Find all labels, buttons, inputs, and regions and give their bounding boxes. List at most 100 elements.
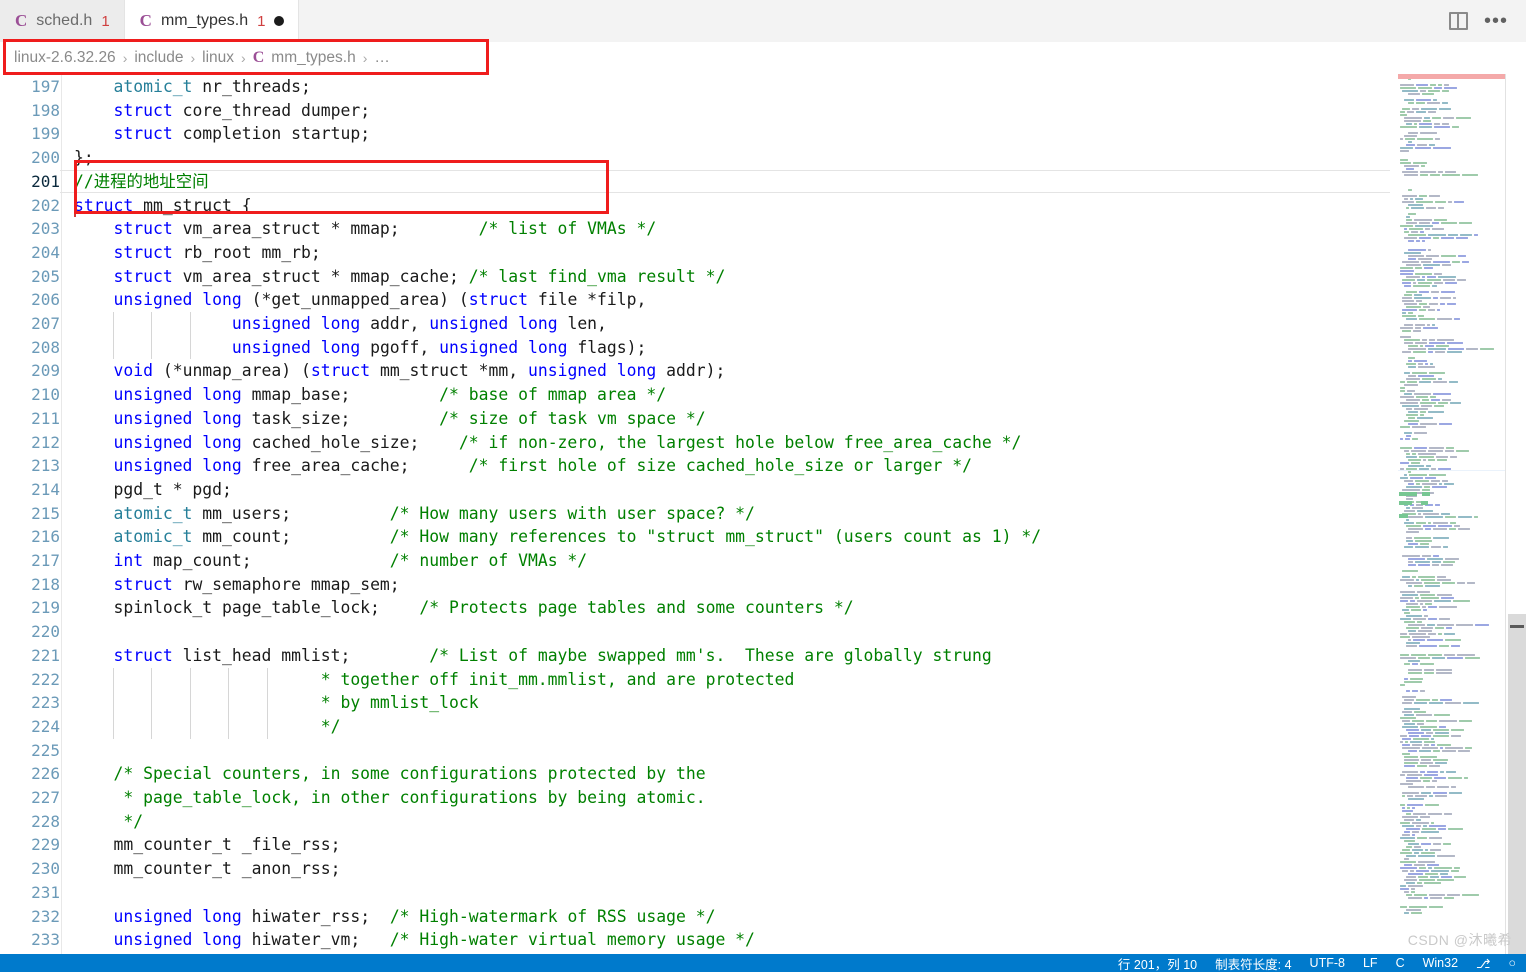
code-line[interactable]: 227 * page_table_lock, in other configur… [0, 786, 1390, 810]
breadcrumb-item-root[interactable]: linux-2.6.32.26 [14, 49, 116, 67]
more-actions-icon[interactable]: ••• [1484, 11, 1508, 31]
code-line[interactable]: 215 atomic_t mm_users; /* How many users… [0, 502, 1390, 526]
indent-guide [189, 714, 191, 739]
code-line[interactable]: 211 unsigned long task_size; /* size of … [0, 407, 1390, 431]
line-number: 205 [31, 266, 60, 286]
text-cursor [74, 193, 76, 218]
breadcrumb-item-file[interactable]: C mm_types.h [253, 49, 356, 67]
code-line[interactable]: 226 /* Special counters, in some configu… [0, 762, 1390, 786]
vertical-scrollbar-thumb[interactable] [1508, 614, 1526, 954]
vscode-window: C sched.h 1 C mm_types.h 1 ••• linux-2.6… [0, 0, 1526, 972]
line-number: 226 [31, 764, 60, 784]
code-line[interactable]: 205 struct vm_area_struct * mmap_cache; … [0, 265, 1390, 289]
status-encoding[interactable]: UTF-8 [1310, 956, 1345, 970]
code-line[interactable]: 207 unsigned long addr, unsigned long le… [0, 312, 1390, 336]
indent-guide [267, 667, 268, 692]
code-line[interactable]: 233 unsigned long hiwater_vm; /* High-wa… [0, 928, 1390, 952]
minimap-marker-added [1399, 492, 1417, 496]
line-number: 213 [31, 456, 60, 476]
minimap-viewport-slider[interactable] [1398, 470, 1506, 471]
line-number: 227 [31, 788, 60, 807]
code-line[interactable]: 209 void (*unmap_area) (struct mm_struct… [0, 359, 1390, 383]
minimap-marker-modified [1398, 74, 1506, 79]
breadcrumb-file-label: mm_types.h [271, 49, 356, 66]
code-text: unsigned long hiwater_rss; /* High-water… [113, 906, 716, 926]
code-line[interactable]: 203 struct vm_area_struct * mmap; /* lis… [0, 217, 1390, 241]
code-lines-container[interactable]: 197 atomic_t nr_threads; 198 struct core_… [0, 74, 1390, 954]
line-number: 225 [31, 740, 60, 760]
breadcrumb-separator-icon: › [122, 50, 128, 66]
line-number: 211 [31, 408, 60, 428]
status-platform[interactable]: Win32 [1423, 956, 1458, 970]
breadcrumb-item-linux[interactable]: linux [202, 49, 234, 67]
code-editor[interactable]: 197 atomic_t nr_threads; 198 struct core_… [0, 74, 1526, 954]
code-line[interactable]: 202 struct mm_struct { [0, 194, 1390, 218]
tab-label: sched.h [36, 12, 93, 29]
split-editor-icon[interactable] [1448, 12, 1468, 30]
code-line[interactable]: 232 unsigned long hiwater_rss; /* High-w… [0, 905, 1390, 929]
code-line[interactable]: 225 [0, 739, 1390, 763]
remote-indicator-icon[interactable]: ⎇ [1476, 956, 1490, 971]
minimap[interactable] [1398, 74, 1506, 954]
line-number: 206 [31, 290, 60, 310]
code-line[interactable]: 204 struct rb_root mm_rb; [0, 241, 1390, 265]
code-line[interactable]: 228 */ [0, 810, 1390, 834]
code-text: int map_count; /* number of VMAs */ [113, 551, 588, 570]
breadcrumb-item-symbol-ellipsis[interactable]: … [374, 49, 390, 67]
status-eol[interactable]: LF [1363, 956, 1378, 970]
editor-tab-sched-h[interactable]: C sched.h 1 [0, 0, 125, 42]
code-line[interactable]: 201 //进程的地址空间 [0, 170, 1390, 194]
code-line[interactable]: 210 unsigned long mmap_base; /* base of … [0, 383, 1390, 407]
code-text: atomic_t nr_threads; [113, 77, 311, 96]
code-text: unsigned long hiwater_vm; /* High-water … [113, 930, 755, 950]
code-line[interactable]: 200}; [0, 146, 1390, 170]
code-line[interactable]: 214 pgd_t * pgd; [0, 478, 1390, 502]
code-text: struct completion startup; [113, 124, 371, 144]
code-line[interactable]: 213 unsigned long free_area_cache; /* fi… [0, 454, 1390, 478]
status-indent-size[interactable]: 制表符长度: 4 [1215, 954, 1291, 973]
code-line[interactable]: 220 [0, 620, 1390, 644]
indent-guide [228, 667, 230, 692]
indent-guide [151, 714, 153, 739]
c-file-icon: C [15, 11, 28, 30]
code-line[interactable]: 230 mm_counter_t _anon_rss; [0, 857, 1390, 881]
code-line[interactable]: 221 struct list_head mmlist; /* List of … [0, 644, 1390, 668]
line-number: 204 [31, 242, 60, 262]
code-line[interactable]: 197 atomic_t nr_threads; [0, 75, 1390, 99]
code-text: * together off init_mm.mmlist, and are p… [113, 669, 795, 689]
status-language-mode[interactable]: C [1396, 956, 1405, 970]
code-line[interactable]: 222 * together off init_mm.mmlist, and a… [0, 668, 1390, 692]
line-number: 201 [31, 171, 60, 191]
code-line[interactable]: 208 unsigned long pgoff, unsigned long f… [0, 336, 1390, 360]
code-line[interactable]: 216 atomic_t mm_count; /* How many refer… [0, 525, 1390, 549]
minimap-marker-added [1422, 492, 1430, 496]
code-line[interactable]: 217 int map_count; /* number of VMAs */ [0, 549, 1390, 573]
code-line[interactable]: 224 */ [0, 715, 1390, 739]
code-line[interactable]: 199 struct completion startup; [0, 122, 1390, 146]
code-line[interactable]: 229 mm_counter_t _file_rss; [0, 833, 1390, 857]
code-line[interactable]: 223 * by mmlist_lock [0, 691, 1390, 715]
editor-tab-mm-types-h[interactable]: C mm_types.h 1 [124, 0, 300, 42]
line-number: 209 [31, 361, 60, 381]
indent-guide [112, 312, 114, 336]
status-cursor-position[interactable]: 行 201，列 10 [1118, 954, 1197, 973]
breadcrumb-separator-icon: › [190, 50, 196, 66]
breadcrumb-item-include[interactable]: include [134, 49, 183, 67]
code-text: //进程的地址空间 [74, 171, 209, 191]
minimap-marker-added [1399, 514, 1408, 518]
code-line[interactable]: 218 struct rw_semaphore mmap_sem; [0, 573, 1390, 597]
minimap-marker-added [1421, 501, 1428, 505]
code-line[interactable]: 219 spinlock_t page_table_lock; /* Prote… [0, 596, 1390, 620]
code-line[interactable]: 231 [0, 881, 1390, 905]
code-line[interactable]: 206 unsigned long (*get_unmapped_area) (… [0, 288, 1390, 312]
indent-guide [112, 667, 114, 692]
code-line[interactable]: 198 struct core_thread dumper; [0, 99, 1390, 123]
line-number: 231 [31, 882, 60, 902]
notifications-bell-icon[interactable]: ○ [1508, 956, 1516, 970]
code-text: unsigned long cached_hole_size; /* if no… [113, 432, 1022, 452]
code-line[interactable]: 212 unsigned long cached_hole_size; /* i… [0, 431, 1390, 455]
line-number: 203 [31, 219, 60, 239]
tab-bar-empty-space [299, 0, 1449, 42]
